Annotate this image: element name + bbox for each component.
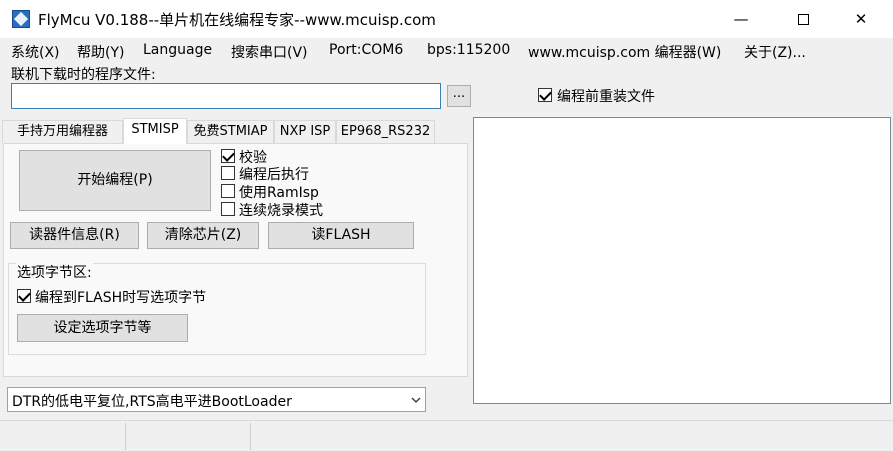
status-bar [0,420,893,451]
read-flash-button[interactable]: 读FLASH [268,222,414,249]
write-option-bytes-label: 编程到FLASH时写选项字节 [35,290,207,306]
start-programming-button[interactable]: 开始编程(P) [19,150,211,211]
status-separator [250,423,251,450]
menu-language[interactable]: Language [143,42,212,58]
file-label: 联机下载时的程序文件: [11,67,156,83]
maximize-icon [797,14,809,25]
write-option-bytes-checkbox[interactable] [17,289,31,303]
menu-about[interactable]: 关于(Z)... [744,42,806,62]
log-output-area[interactable] [473,117,891,404]
menu-help[interactable]: 帮助(Y) [77,42,124,62]
app-logo-icon [12,10,30,28]
read-device-info-button[interactable]: 读器件信息(R) [10,222,139,249]
run-after-program-checkbox[interactable] [221,166,235,180]
use-ramisp-label: 使用RamIsp [239,185,319,201]
window-title: FlyMcu V0.188--单片机在线编程专家--www.mcuisp.com [38,11,436,29]
menu-system[interactable]: 系统(X) [11,42,60,62]
close-button[interactable]: ✕ [838,0,884,38]
program-file-input[interactable] [11,83,441,109]
bootloader-mode-value: DTR的低电平复位,RTS高电平进BootLoader [12,394,292,410]
status-separator [125,423,126,450]
tab-nxp-isp[interactable]: NXP ISP [274,120,336,143]
menu-bar: 系统(X) 帮助(Y) Language 搜索串口(V) Port:COM6 b… [0,38,893,64]
menu-programmer[interactable]: www.mcuisp.com 编程器(W) [528,42,721,62]
tab-stmisp[interactable]: STMISP [123,118,187,144]
tab-free-stmiap[interactable]: 免费STMIAP [187,120,274,143]
tab-handheld-programmer[interactable]: 手持万用编程器 [2,120,123,143]
continuous-burn-label: 连续烧录模式 [239,203,323,219]
tab-ep968-rs232[interactable]: EP968_RS232 [336,120,435,143]
browse-button[interactable]: ... [447,85,471,107]
title-bar: FlyMcu V0.188--单片机在线编程专家--www.mcuisp.com… [0,0,893,38]
run-after-program-label: 编程后执行 [239,167,309,183]
reload-file-checkbox[interactable] [538,88,552,102]
minimize-button[interactable]: — [718,0,764,38]
chevron-down-icon [411,397,421,403]
menu-search-port[interactable]: 搜索串口(V) [231,42,308,62]
continuous-burn-checkbox[interactable] [221,202,235,216]
maximize-button[interactable] [780,0,826,38]
verify-checkbox[interactable] [221,149,235,163]
use-ramisp-checkbox[interactable] [221,184,235,198]
option-byte-group-title: 选项字节区: [16,262,93,282]
menu-port[interactable]: Port:COM6 [329,42,403,58]
set-option-bytes-button[interactable]: 设定选项字节等 [17,314,188,342]
menu-baudrate[interactable]: bps:115200 [427,42,510,58]
reload-file-label: 编程前重装文件 [557,89,655,105]
bootloader-mode-select[interactable]: DTR的低电平复位,RTS高电平进BootLoader [7,387,426,412]
erase-chip-button[interactable]: 清除芯片(Z) [147,222,259,249]
